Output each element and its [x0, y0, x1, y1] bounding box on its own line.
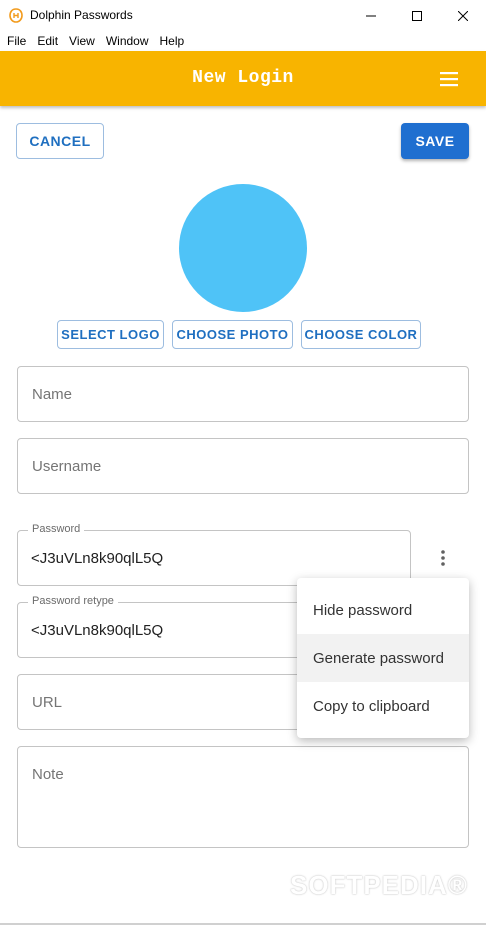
select-logo-button[interactable]: SELECT LOGO	[57, 320, 164, 349]
menu-edit[interactable]: Edit	[33, 34, 62, 48]
choose-color-button[interactable]: CHOOSE COLOR	[301, 320, 421, 349]
password-options-menu: Hide password Generate password Copy to …	[297, 578, 469, 738]
minimize-button[interactable]	[348, 0, 394, 31]
name-placeholder: Name	[32, 386, 73, 403]
minimize-icon	[366, 15, 376, 16]
hamburger-menu-icon[interactable]	[438, 71, 460, 87]
maximize-button[interactable]	[394, 0, 440, 31]
save-button[interactable]: SAVE	[401, 123, 469, 159]
window-title: Dolphin Passwords	[30, 8, 133, 22]
menu-view[interactable]: View	[65, 34, 99, 48]
maximize-icon	[412, 10, 422, 21]
page-title: New Login	[192, 68, 294, 88]
app-bar: New Login	[0, 51, 486, 106]
username-placeholder: Username	[32, 458, 102, 475]
menu-item-generate-password[interactable]: Generate password	[297, 634, 469, 682]
password-retype-value: <J3uVLn8k90qlL5Q	[31, 622, 164, 639]
more-vertical-icon[interactable]	[436, 548, 450, 568]
password-retype-label: Password retype	[28, 595, 118, 607]
menu-item-copy-to-clipboard[interactable]: Copy to clipboard	[297, 682, 469, 730]
watermark: SOFTPEDIA®	[290, 870, 468, 900]
menu-help[interactable]: Help	[156, 34, 189, 48]
note-field[interactable]: Note	[17, 746, 469, 848]
name-field[interactable]: Name	[17, 366, 469, 422]
window-titlebar: Dolphin Passwords	[0, 0, 486, 31]
menu-file[interactable]: File	[3, 34, 30, 48]
menu-bar: File Edit View Window Help	[0, 31, 486, 51]
password-value: <J3uVLn8k90qlL5Q	[31, 550, 164, 567]
close-icon	[458, 10, 468, 21]
logo-avatar	[179, 184, 307, 312]
close-button[interactable]	[440, 0, 486, 31]
url-placeholder: URL	[32, 694, 63, 711]
password-label: Password	[28, 523, 85, 535]
note-placeholder: Note	[32, 766, 64, 783]
cancel-button[interactable]: CANCEL	[16, 123, 104, 159]
username-field[interactable]: Username	[17, 438, 469, 494]
dolphin-icon	[9, 8, 23, 23]
choose-photo-button[interactable]: CHOOSE PHOTO	[172, 320, 293, 349]
menu-window[interactable]: Window	[102, 34, 153, 48]
menu-item-hide-password[interactable]: Hide password	[297, 586, 469, 634]
